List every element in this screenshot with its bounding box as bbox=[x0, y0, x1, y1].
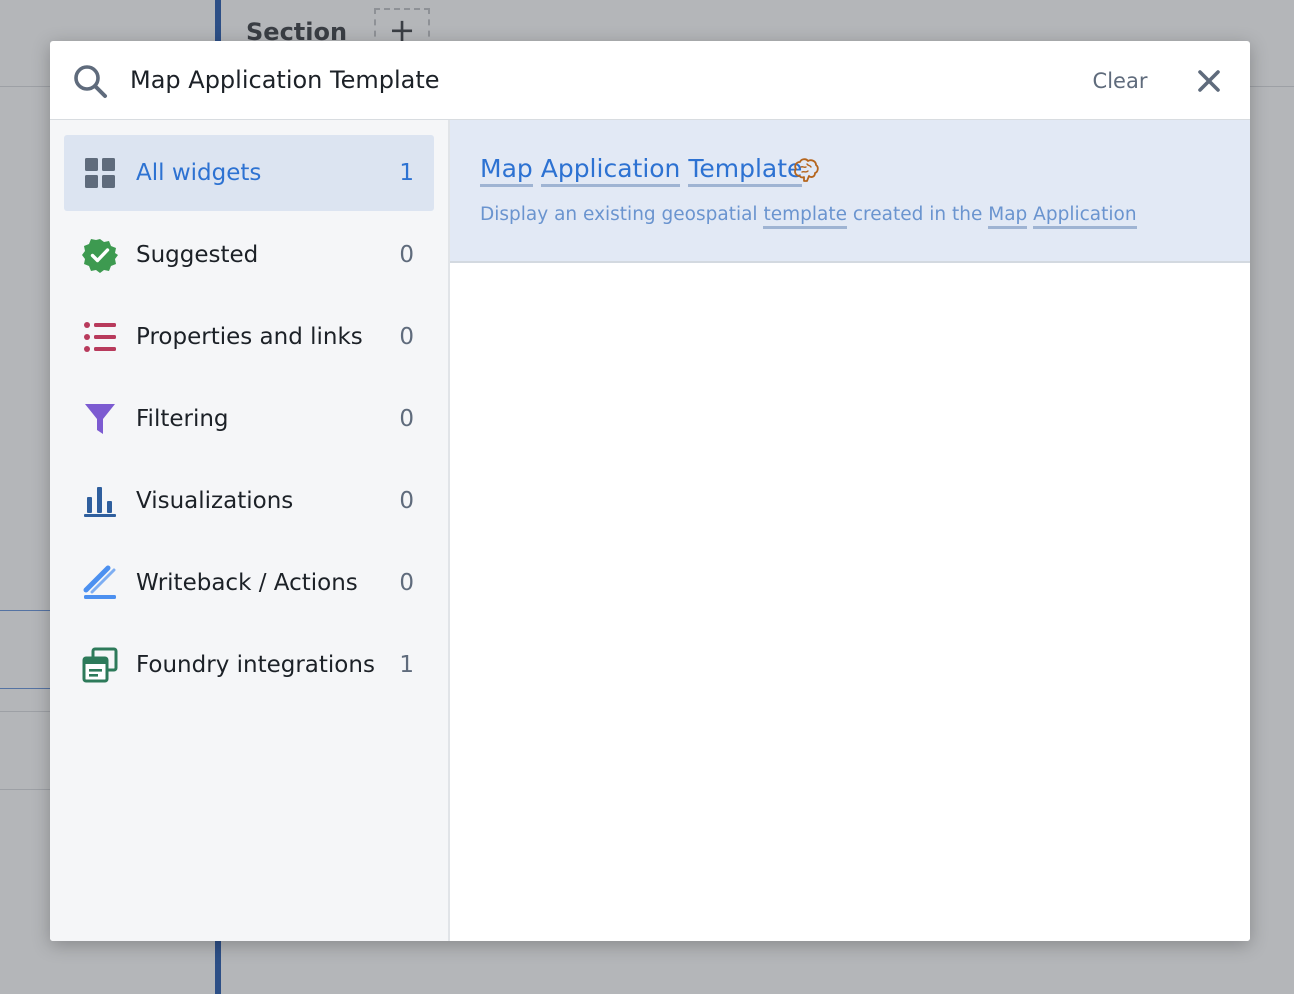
list-icon bbox=[84, 322, 116, 352]
background-divider bbox=[0, 610, 50, 611]
category-count: 1 bbox=[399, 652, 414, 678]
category-count: 1 bbox=[399, 160, 414, 186]
result-description: Display an existing geospatial template … bbox=[480, 200, 1137, 230]
application-icon bbox=[82, 647, 118, 683]
edit-icon bbox=[83, 565, 116, 599]
filter-icon bbox=[85, 404, 115, 434]
result-description-highlight: Map bbox=[988, 204, 1028, 229]
bar-chart-icon bbox=[84, 487, 116, 517]
result-description-text: created in the bbox=[852, 204, 983, 225]
category-count: 0 bbox=[399, 570, 414, 596]
category-count: 0 bbox=[399, 324, 414, 350]
background-divider bbox=[0, 711, 50, 712]
check-badge-icon bbox=[82, 239, 118, 273]
search-bar: Clear bbox=[50, 41, 1250, 120]
brain-icon bbox=[794, 158, 819, 182]
category-label: Visualizations bbox=[136, 488, 294, 514]
category-sidebar: All widgets 1 Suggested 0 Properties and… bbox=[50, 120, 450, 941]
background-divider bbox=[0, 789, 50, 790]
category-label: Properties and links bbox=[136, 324, 363, 350]
grid-icon bbox=[85, 158, 115, 188]
result-item-map-application-template[interactable]: Map Application Template Display an exis… bbox=[450, 120, 1250, 263]
category-label: All widgets bbox=[136, 160, 262, 186]
result-title-word: Map bbox=[480, 154, 533, 187]
category-count: 0 bbox=[399, 488, 414, 514]
category-visualizations[interactable]: Visualizations 0 bbox=[64, 463, 434, 539]
background-divider bbox=[0, 688, 50, 689]
result-title-word: Template bbox=[688, 154, 803, 187]
search-icon bbox=[74, 65, 107, 98]
category-foundry-integrations[interactable]: Foundry integrations 1 bbox=[64, 627, 434, 703]
result-description-highlight: Application bbox=[1033, 204, 1137, 229]
category-label: Foundry integrations bbox=[136, 652, 375, 678]
category-count: 0 bbox=[399, 406, 414, 432]
category-label: Filtering bbox=[136, 406, 229, 432]
category-filtering[interactable]: Filtering 0 bbox=[64, 381, 434, 457]
category-all-widgets[interactable]: All widgets 1 bbox=[64, 135, 434, 211]
search-input[interactable] bbox=[130, 58, 1030, 102]
category-label: Suggested bbox=[136, 242, 259, 268]
category-suggested[interactable]: Suggested 0 bbox=[64, 217, 434, 293]
result-description-text: Display an existing geospatial bbox=[480, 204, 758, 225]
category-count: 0 bbox=[399, 242, 414, 268]
category-label: Writeback / Actions bbox=[136, 570, 358, 596]
background-divider bbox=[1250, 86, 1294, 87]
category-writeback-actions[interactable]: Writeback / Actions 0 bbox=[64, 545, 434, 621]
result-description-highlight: template bbox=[763, 204, 847, 229]
result-title-word: Application bbox=[540, 154, 681, 187]
results-panel: Map Application Template Display an exis… bbox=[450, 120, 1250, 941]
close-icon[interactable] bbox=[1193, 65, 1225, 97]
clear-button[interactable]: Clear bbox=[1080, 63, 1160, 99]
category-properties-and-links[interactable]: Properties and links 0 bbox=[64, 299, 434, 375]
result-title: Map Application Template bbox=[480, 150, 803, 188]
widget-selector-dialog: Clear All widgets 1 Suggested 0 bbox=[50, 41, 1250, 941]
